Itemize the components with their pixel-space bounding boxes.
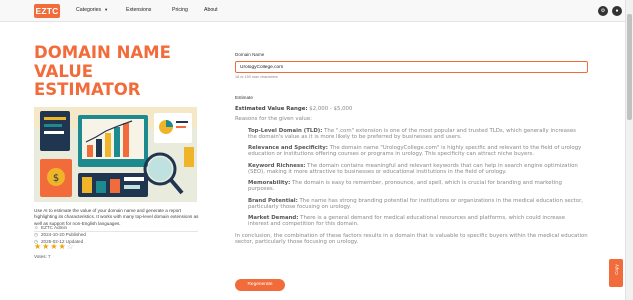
- author-row: ☺ EZTC Admin: [34, 225, 67, 230]
- chevron-down-icon: ▼: [104, 7, 109, 12]
- reason-item: Relevance and Specificity: The domain na…: [235, 145, 589, 157]
- top-navbar: EZTC Categories ▼ Extensions Pricing Abou…: [0, 0, 625, 22]
- published-row: ◷ 2024-10-20 Published: [34, 232, 86, 238]
- cog-icon[interactable]: ⚙: [598, 6, 608, 16]
- svg-text:$: $: [53, 173, 59, 184]
- star-icon[interactable]: ☆: [67, 242, 75, 251]
- domain-name-input[interactable]: [235, 61, 588, 73]
- star-icon[interactable]: ★: [50, 242, 58, 251]
- reason-item: Keyword Richness: The domain contains me…: [235, 163, 589, 175]
- nav-categories-label: Categories: [76, 7, 102, 13]
- page: { "nav": { "logo": "EZTC", "links": ["Ca…: [0, 0, 633, 300]
- page-scrollbar[interactable]: [625, 0, 633, 300]
- conclusion-text: In conclusion, the combination of these …: [235, 233, 588, 245]
- nav-extensions[interactable]: Extensions: [126, 7, 151, 13]
- reason-item: Top-Level Domain (TLD): The ".com" exten…: [235, 128, 589, 140]
- page-title: DOMAIN NAME VALUE ESTIMATOR: [34, 43, 171, 99]
- estimate-label: Estimate: [235, 95, 253, 100]
- nav-pricing[interactable]: Pricing: [172, 7, 188, 13]
- copy-label: Copy: [613, 264, 619, 275]
- range-value: $2,000 - $5,000: [309, 106, 353, 112]
- star-icon[interactable]: ★: [59, 242, 67, 251]
- estimate-result: Estimated Value Range: $2,000 - $5,000 R…: [235, 106, 589, 245]
- estimated-range: Estimated Value Range: $2,000 - $5,000: [235, 106, 589, 112]
- rating-stars[interactable]: ★★★★☆: [34, 242, 75, 251]
- reason-item: Market Demand: There is a general demand…: [235, 215, 589, 227]
- calendar-icon: ◷: [34, 232, 39, 237]
- hero-illustration: $: [34, 107, 197, 202]
- reason-text: The domain is easy to remember, pronounc…: [248, 180, 562, 192]
- nav-categories[interactable]: Categories ▼: [76, 7, 108, 13]
- domain-name-label: Domain Name: [235, 52, 265, 57]
- nav-about[interactable]: About: [204, 7, 218, 13]
- user-icon: ☺: [34, 225, 39, 230]
- reason-item: Memorability: The domain is easy to reme…: [235, 180, 589, 192]
- published-date: 2024-10-20 Published: [41, 232, 86, 237]
- site-logo[interactable]: EZTC: [34, 4, 60, 18]
- range-label: Estimated Value Range:: [235, 106, 308, 112]
- character-counter: 18 of 150 max characters: [235, 75, 278, 79]
- copy-button[interactable]: Copy: [609, 259, 623, 287]
- votes-count: Votes: 7: [34, 254, 51, 259]
- reasons-heading: Reasons for the given value:: [235, 116, 312, 122]
- reason-text: The name has strong branding potential f…: [248, 197, 584, 210]
- regenerate-button[interactable]: Regenerate: [235, 279, 285, 291]
- reason-item: Brand Potential: The name has strong bra…: [235, 198, 589, 210]
- scrollbar-thumb[interactable]: [627, 14, 632, 120]
- user-icon[interactable]: ●: [612, 6, 622, 16]
- author-name[interactable]: EZTC Admin: [41, 225, 67, 230]
- star-icon[interactable]: ★: [34, 242, 42, 251]
